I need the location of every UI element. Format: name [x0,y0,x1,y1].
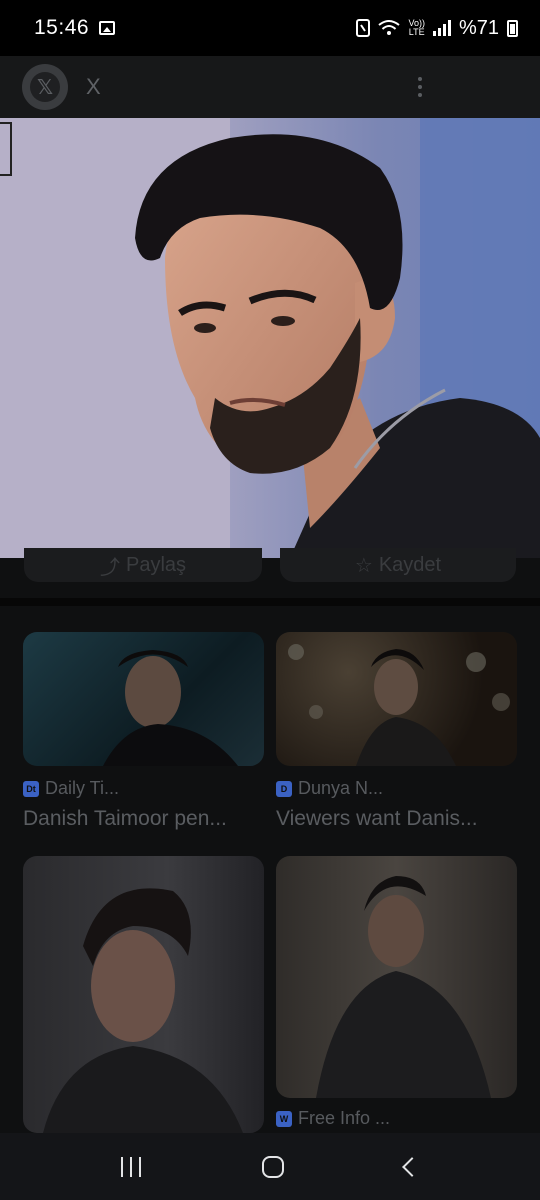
watermark-logo [0,122,12,176]
volte-indicator: Vo)) LTE [408,19,425,37]
header-title: X [86,74,101,99]
favicon-icon: D [276,780,292,797]
related-image-3[interactable] [23,856,264,1133]
portrait-illustration [0,118,540,558]
back-icon[interactable] [402,1156,423,1177]
related-title-2[interactable]: Viewers want Danis... [276,807,516,831]
recents-icon[interactable] [120,1156,141,1177]
section-divider [0,598,540,606]
volte-bottom-label: LTE [408,27,425,37]
home-icon[interactable] [261,1155,284,1178]
related-image-3-illustration [43,888,243,1133]
related-source-4[interactable]: W Free Info ... [276,1108,390,1129]
app-header: 𝕏 X [0,56,540,118]
x-logo-icon: 𝕏 [30,72,60,102]
nfc-icon [356,19,371,37]
system-nav-bar [0,1133,540,1200]
battery-icon [507,19,518,37]
image-actions: ⤴ Paylaş ☆ Kaydet [0,548,540,598]
gallery-notification-icon [99,21,116,35]
status-time: 15:46 [34,16,90,39]
share-button[interactable]: ⤴ Paylaş [24,548,262,582]
more-options-icon[interactable] [418,77,422,97]
share-label: Paylaş [125,553,187,576]
share-icon: ⤴ [99,556,120,579]
favicon-icon: W [276,1110,292,1127]
star-icon: ☆ [354,554,373,577]
battery-percent: %71 [458,16,499,39]
save-button[interactable]: ☆ Kaydet [280,548,516,582]
signal-icon [432,20,451,36]
related-title-1[interactable]: Danish Taimoor pen... [23,807,263,831]
source-name: Dunya N... [298,778,384,798]
source-name: Daily Ti... [45,778,120,798]
related-image-2-illustration [288,644,510,766]
wifi-icon [378,20,401,35]
save-label: Kaydet [378,553,442,576]
status-indicators: Vo)) LTE %71 [356,17,518,40]
source-logo[interactable]: 𝕏 [22,64,68,110]
related-image-4-illustration [316,876,491,1098]
favicon-icon: Dt [23,780,39,797]
related-image-2[interactable] [276,632,517,766]
related-image-1[interactable] [23,632,264,766]
related-image-1-illustration [103,650,238,766]
main-image[interactable] [0,118,540,558]
related-source-1[interactable]: Dt Daily Ti... [23,778,119,799]
status-bar: 15:46 Vo)) LTE %71 [0,0,540,56]
related-source-2[interactable]: D Dunya N... [276,778,383,799]
related-image-4[interactable] [276,856,517,1098]
source-name: Free Info ... [298,1108,391,1128]
